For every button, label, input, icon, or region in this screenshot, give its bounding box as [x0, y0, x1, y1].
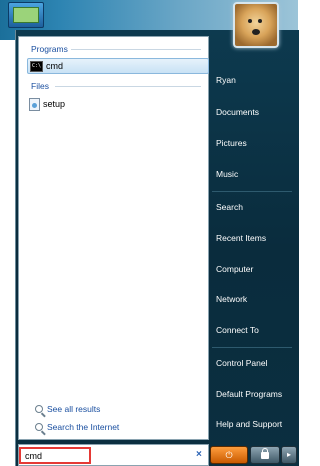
right-item-connect-to[interactable]: Connect To	[216, 325, 259, 335]
right-divider	[212, 347, 292, 348]
group-divider	[71, 49, 201, 50]
search-icon	[35, 423, 43, 431]
start-search-box[interactable]	[18, 444, 209, 466]
cmd-icon: C:\	[30, 60, 43, 72]
group-divider	[55, 86, 201, 87]
search-icon	[35, 405, 43, 413]
power-icon: ⏻	[225, 450, 233, 460]
group-heading-programs: Programs	[31, 44, 68, 54]
link-label: See all results	[47, 404, 101, 414]
right-item-documents[interactable]: Documents	[216, 107, 259, 117]
shutdown-options-button[interactable]: ▸	[281, 446, 297, 464]
result-label: cmd	[46, 61, 64, 71]
search-input[interactable]	[25, 450, 165, 462]
search-internet-link[interactable]: Search the Internet	[35, 422, 119, 432]
right-divider	[212, 191, 292, 192]
link-label: Search the Internet	[47, 422, 120, 432]
see-all-results-link[interactable]: See all results	[35, 404, 100, 414]
right-item-help-and-support[interactable]: Help and Support	[216, 419, 282, 429]
right-item-music[interactable]: Music	[216, 169, 238, 179]
search-results-pane: Programs C:\ cmd Files setup See all res…	[18, 36, 209, 440]
result-setup[interactable]: setup	[27, 97, 65, 111]
right-item-default-programs[interactable]: Default Programs	[216, 389, 282, 399]
setup-icon	[29, 97, 40, 111]
clear-search-icon[interactable]: ×	[196, 449, 202, 460]
power-button[interactable]: ⏻	[210, 446, 248, 464]
group-heading-files: Files	[31, 81, 49, 91]
right-item-ryan[interactable]: Ryan	[216, 75, 236, 85]
right-item-computer[interactable]: Computer	[216, 264, 253, 274]
arrow-icon: ▸	[286, 450, 291, 459]
result-label: setup	[43, 99, 66, 109]
right-item-pictures[interactable]: Pictures	[216, 138, 247, 148]
desktop-icon[interactable]	[8, 2, 44, 28]
right-item-recent-items[interactable]: Recent Items	[216, 233, 266, 243]
right-item-control-panel[interactable]: Control Panel	[216, 358, 268, 368]
right-item-network[interactable]: Network	[216, 294, 247, 304]
result-cmd[interactable]: C:\ cmd	[27, 58, 209, 74]
right-item-search[interactable]: Search	[216, 202, 243, 212]
user-avatar[interactable]	[233, 2, 279, 48]
lock-button[interactable]	[250, 446, 280, 464]
